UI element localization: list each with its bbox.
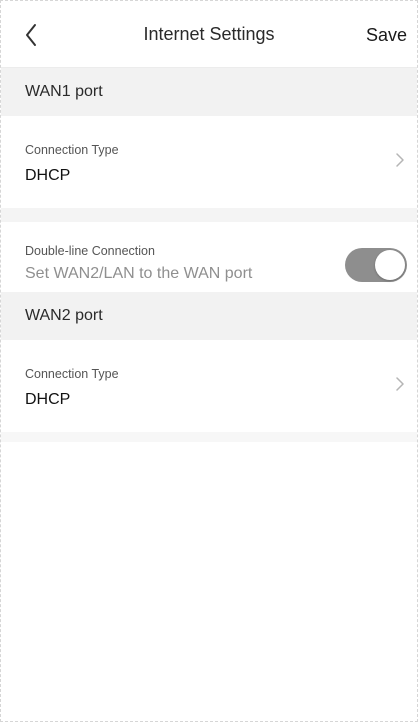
chevron-left-icon xyxy=(26,24,36,46)
internet-settings-screen: Internet Settings Save WAN1 port Connect… xyxy=(0,0,418,722)
section-divider xyxy=(1,432,417,442)
wan2-connection-type-row[interactable]: Connection Type DHCP xyxy=(1,340,417,432)
wan1-connection-type-value: DHCP xyxy=(25,167,71,184)
navigation-bar: Internet Settings Save xyxy=(1,1,417,68)
wan2-connection-type-value: DHCP xyxy=(25,391,71,408)
chevron-right-icon xyxy=(396,377,404,391)
wan1-connection-type-label: Connection Type xyxy=(25,143,119,157)
page-title: Internet Settings xyxy=(143,23,275,44)
double-line-connection-label: Double-line Connection xyxy=(25,244,155,258)
double-line-connection-description: Set WAN2/LAN to the WAN port xyxy=(25,265,253,282)
section-divider xyxy=(1,208,417,222)
chevron-right-icon xyxy=(396,153,404,167)
toggle-knob xyxy=(375,250,405,280)
wan2-connection-type-label: Connection Type xyxy=(25,367,119,381)
double-line-connection-toggle[interactable] xyxy=(345,248,407,282)
wan1-connection-type-row[interactable]: Connection Type DHCP xyxy=(1,116,417,208)
wan2-section-header: WAN2 port xyxy=(1,292,417,340)
back-button[interactable] xyxy=(19,21,43,49)
wan1-section-header: WAN1 port xyxy=(1,68,417,116)
double-line-connection-row: Double-line Connection Set WAN2/LAN to t… xyxy=(1,222,417,292)
save-button[interactable]: Save xyxy=(366,21,407,49)
